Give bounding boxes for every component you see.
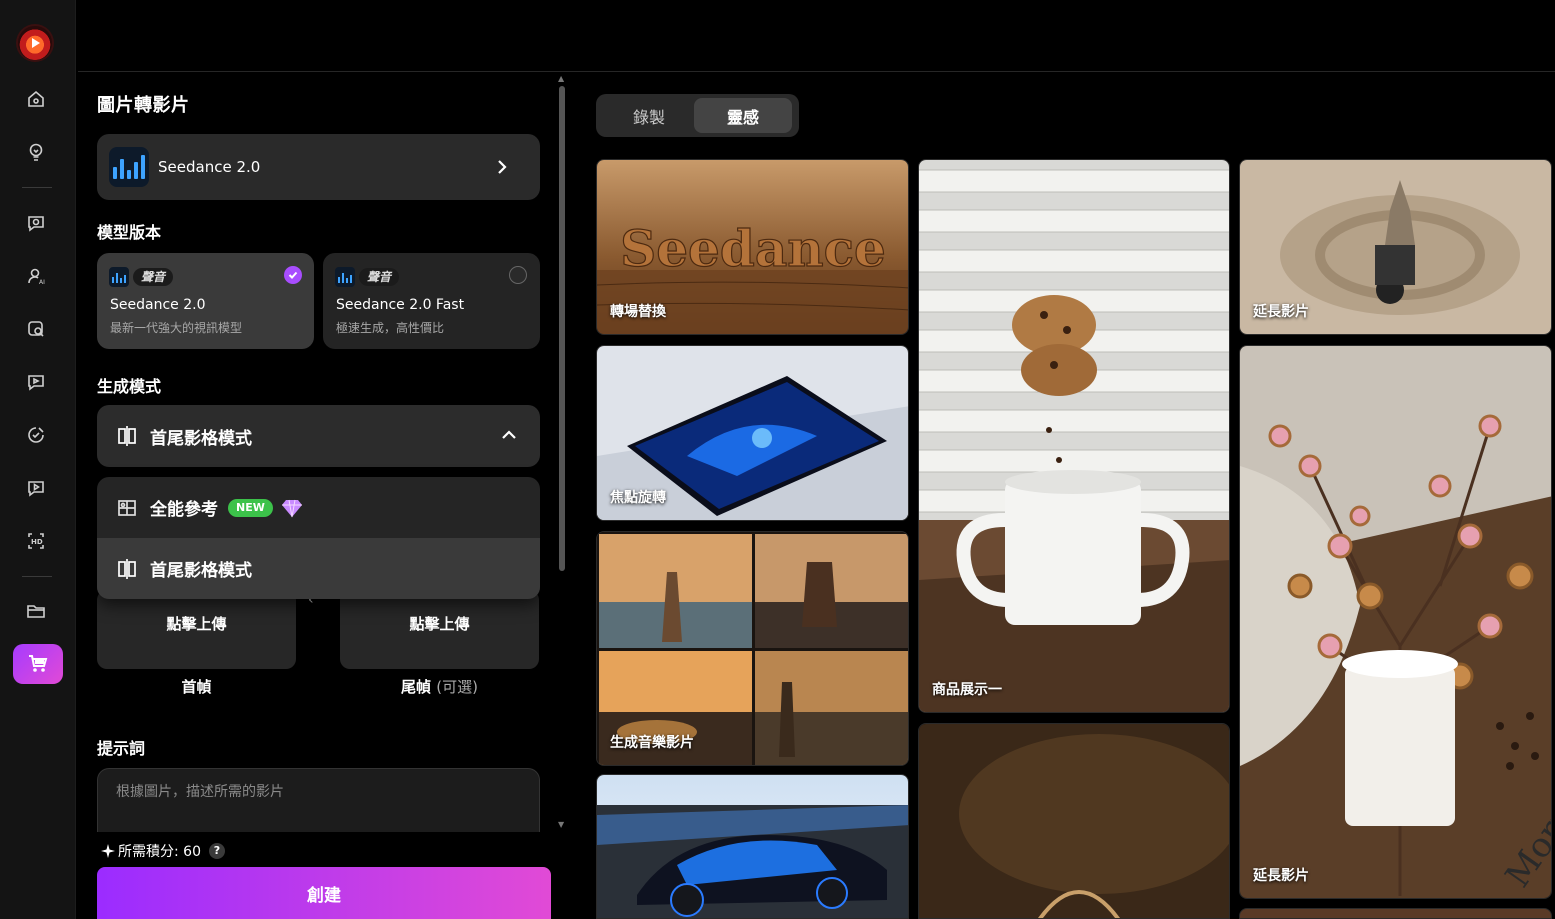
app-logo[interactable] <box>18 26 52 60</box>
gallery-card-transition[interactable]: Seedance 轉場替換 <box>596 159 909 335</box>
credits-info: 所需積分: 60 ? <box>101 841 225 861</box>
seedance-logo-icon <box>109 267 129 287</box>
tab-record[interactable]: 錄製 <box>600 98 698 133</box>
cart-icon <box>29 655 48 672</box>
last-frame-caption: 尾幀 (可選) <box>340 676 539 697</box>
prompt-input[interactable]: 根據圖片，描述所需的影片 <box>97 768 540 832</box>
card-thumbnail <box>597 775 908 918</box>
chevron-up-icon <box>502 430 516 439</box>
model-selector[interactable]: Seedance 2.0 <box>97 134 540 200</box>
video-play-icon[interactable] <box>22 474 50 502</box>
first-frame-caption: 首幀 <box>181 678 212 696</box>
ai-avatar-icon[interactable]: AI <box>22 262 50 290</box>
gallery-card-focus-rotate[interactable]: 焦點旋轉 <box>596 345 909 521</box>
folder-icon[interactable] <box>22 597 50 625</box>
seedance-logo-icon <box>335 267 355 287</box>
hd-icon[interactable]: HD <box>22 527 50 555</box>
mode-dropdown: 全能參考 NEW 首尾影格模式 <box>97 477 540 599</box>
version-card-fast[interactable]: 聲音 Seedance 2.0 Fast 極速生成，高性價比 <box>323 253 540 349</box>
last-frame-label: 尾幀 <box>401 678 432 696</box>
upload-first-frame[interactable]: 點擊上傳 <box>97 590 296 669</box>
card-thumbnail <box>919 160 1229 712</box>
frames-icon <box>118 558 136 579</box>
card-caption: 生成音樂影片 <box>610 735 694 751</box>
sound-tag: 聲音 <box>359 268 400 286</box>
gallery-card-extend-2[interactable]: Mornin 延長影片 <box>1239 345 1552 899</box>
upload-last-frame[interactable]: 點擊上傳 <box>340 590 539 669</box>
sticker-icon[interactable] <box>22 421 50 449</box>
check-icon <box>284 266 302 284</box>
svg-text:HD: HD <box>31 538 43 546</box>
gallery-tabs: 錄製 靈感 <box>596 94 799 137</box>
video-chat-icon[interactable] <box>22 368 50 396</box>
mode-option-first-last[interactable]: 首尾影格模式 <box>97 538 540 599</box>
prompt-label: 提示詞 <box>97 739 146 758</box>
gallery-card-next[interactable] <box>1239 908 1552 919</box>
gallery-card-music-video[interactable]: 生成音樂影片 <box>596 531 909 766</box>
version-card-standard[interactable]: 聲音 Seedance 2.0 最新一代強大的視訊模型 <box>97 253 314 349</box>
chat-search-icon[interactable] <box>22 209 50 237</box>
version-desc: 最新一代強大的視訊模型 <box>110 321 243 335</box>
create-button[interactable]: 創建 <box>97 867 551 919</box>
mode-option-omni[interactable]: 全能參考 NEW <box>97 477 540 538</box>
credits-text: 所需積分: 60 <box>118 844 201 860</box>
new-badge: NEW <box>228 498 273 517</box>
mode-select[interactable]: 首尾影格模式 <box>97 405 540 467</box>
mode-label: 生成模式 <box>97 377 162 396</box>
sparkle-icon <box>101 844 115 858</box>
seedance-logo-icon <box>109 147 149 187</box>
gallery-card-dark[interactable] <box>918 723 1230 919</box>
card-thumbnail <box>919 724 1229 918</box>
gallery-card-extend-1[interactable]: 延長影片 <box>1239 159 1552 335</box>
card-thumbnail: Mornin <box>1240 346 1551 898</box>
version-name: Seedance 2.0 Fast <box>336 297 465 313</box>
rail-divider <box>22 187 52 188</box>
card-art-text: Seedance <box>620 219 886 278</box>
card-caption: 焦點旋轉 <box>610 490 666 506</box>
gallery-card-product[interactable]: 商品展示一 <box>918 159 1230 713</box>
option-label: 首尾影格模式 <box>150 561 252 581</box>
card-caption: 延長影片 <box>1253 304 1309 320</box>
model-name: Seedance 2.0 <box>158 158 261 176</box>
version-label: 模型版本 <box>97 223 162 242</box>
mode-selected-label: 首尾影格模式 <box>150 428 252 449</box>
upload-label: 點擊上傳 <box>409 615 470 633</box>
panel-scrollbar[interactable] <box>559 86 565 571</box>
page-title: 圖片轉影片 <box>97 95 190 116</box>
card-caption: 延長影片 <box>1253 868 1309 884</box>
version-name: Seedance 2.0 <box>110 297 206 313</box>
radio-button[interactable] <box>509 266 527 284</box>
icon-rail: AI HD <box>0 0 76 919</box>
scroll-up-arrow[interactable]: ▲ <box>558 74 564 83</box>
scroll-down-arrow[interactable]: ▼ <box>558 820 564 829</box>
card-thumbnail <box>597 532 908 765</box>
bulb-icon[interactable] <box>22 138 50 166</box>
card-caption: 轉場替換 <box>610 304 666 320</box>
gallery-card-car[interactable] <box>596 774 909 919</box>
reference-icon <box>118 499 136 516</box>
prompt-placeholder: 根據圖片，描述所需的影片 <box>116 784 284 800</box>
sound-tag: 聲音 <box>133 268 174 286</box>
home-icon[interactable] <box>22 85 50 113</box>
image-search-icon[interactable] <box>22 315 50 343</box>
diamond-icon <box>281 499 302 517</box>
option-label: 全能參考 <box>150 500 218 520</box>
help-icon[interactable]: ? <box>208 843 225 859</box>
card-caption: 商品展示一 <box>932 682 1002 698</box>
svg-text:AI: AI <box>39 279 45 286</box>
tab-inspiration[interactable]: 靈感 <box>694 98 792 133</box>
version-desc: 極速生成，高性價比 <box>336 321 445 335</box>
frames-icon <box>118 426 136 446</box>
rail-divider <box>22 576 52 577</box>
chevron-right-icon <box>498 160 507 174</box>
optional-label: (可選) <box>436 678 478 696</box>
upload-label: 點擊上傳 <box>166 615 227 633</box>
cart-button[interactable] <box>13 644 63 684</box>
